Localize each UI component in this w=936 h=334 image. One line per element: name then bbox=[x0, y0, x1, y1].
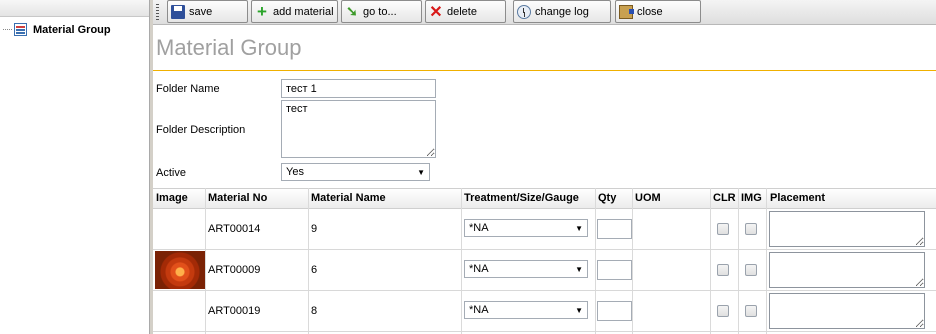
treatment-select-value: *NA bbox=[469, 222, 489, 234]
title-divider bbox=[153, 70, 936, 71]
treatment-select[interactable]: *NA ▼ bbox=[464, 301, 588, 319]
column-header-material-name[interactable]: Material Name bbox=[311, 192, 386, 204]
treatment-select[interactable]: *NA ▼ bbox=[464, 219, 588, 237]
column-header-material-no[interactable]: Material No bbox=[208, 192, 267, 204]
material-name-cell: 6 bbox=[311, 264, 318, 276]
delete-x-icon: ✕ bbox=[429, 3, 443, 21]
table-row: ART00009 6 *NA ▼ bbox=[153, 250, 936, 291]
close-label: close bbox=[637, 5, 663, 18]
chevron-down-icon: ▼ bbox=[575, 223, 583, 233]
img-checkbox[interactable] bbox=[745, 305, 757, 317]
plus-icon: + bbox=[257, 1, 267, 21]
goto-button[interactable]: ➘ go to... bbox=[341, 0, 422, 23]
active-label: Active bbox=[156, 167, 186, 179]
column-header-placement[interactable]: Placement bbox=[770, 192, 825, 204]
list-icon bbox=[14, 23, 27, 36]
door-exit-icon bbox=[619, 4, 634, 19]
table-row: ART00014 9 *NA ▼ bbox=[153, 209, 936, 250]
folder-description-label: Folder Description bbox=[156, 124, 246, 136]
qty-input[interactable] bbox=[597, 219, 632, 239]
treatment-select-value: *NA bbox=[469, 263, 489, 275]
chevron-down-icon: ▼ bbox=[575, 305, 583, 315]
main-content: Material Group Folder Name Folder Descri… bbox=[153, 25, 936, 334]
material-no-cell: ART00019 bbox=[208, 305, 261, 317]
chevron-down-icon: ▼ bbox=[417, 167, 425, 177]
material-no-cell: ART00009 bbox=[208, 264, 261, 276]
column-header-image[interactable]: Image bbox=[156, 192, 188, 204]
change-log-label: change log bbox=[535, 5, 589, 18]
tree-item-material-group[interactable]: Material Group bbox=[3, 23, 111, 36]
goto-label: go to... bbox=[363, 5, 397, 18]
delete-button[interactable]: ✕ delete bbox=[425, 0, 506, 23]
add-material-label: add material bbox=[273, 5, 334, 18]
material-name-cell: 9 bbox=[311, 223, 318, 235]
tree-item-label: Material Group bbox=[33, 23, 111, 36]
placement-field[interactable] bbox=[769, 252, 925, 288]
treatment-select[interactable]: *NA ▼ bbox=[464, 260, 588, 278]
save-button[interactable]: save bbox=[167, 0, 248, 23]
material-name-cell: 8 bbox=[311, 305, 318, 317]
placement-field[interactable] bbox=[769, 293, 925, 329]
qty-input[interactable] bbox=[597, 260, 632, 280]
page-title: Material Group bbox=[156, 35, 302, 60]
tree-connector bbox=[3, 29, 12, 30]
clock-icon bbox=[517, 4, 531, 19]
folder-name-label: Folder Name bbox=[156, 83, 220, 95]
arrow-icon: ➘ bbox=[346, 3, 358, 19]
img-checkbox[interactable] bbox=[745, 223, 757, 235]
folder-description-field[interactable]: тест bbox=[281, 100, 436, 158]
material-no-cell: ART00014 bbox=[208, 223, 261, 235]
column-header-img[interactable]: IMG bbox=[741, 192, 762, 204]
table-row: ART00019 8 *NA ▼ bbox=[153, 291, 936, 332]
qty-input[interactable] bbox=[597, 301, 632, 321]
floppy-disk-icon bbox=[171, 4, 185, 19]
toolbar-grip[interactable] bbox=[156, 4, 159, 20]
clr-checkbox[interactable] bbox=[717, 305, 729, 317]
grid-header: Image Material No Material Name Treatmen… bbox=[153, 188, 936, 209]
treatment-select-value: *NA bbox=[469, 304, 489, 316]
column-header-uom[interactable]: UOM bbox=[635, 192, 661, 204]
chevron-down-icon: ▼ bbox=[575, 264, 583, 274]
active-select-value: Yes bbox=[286, 166, 304, 178]
clr-checkbox[interactable] bbox=[717, 264, 729, 276]
img-checkbox[interactable] bbox=[745, 264, 757, 276]
clr-checkbox[interactable] bbox=[717, 223, 729, 235]
placement-field[interactable] bbox=[769, 211, 925, 247]
material-thumbnail[interactable] bbox=[155, 251, 205, 289]
column-header-treatment[interactable]: Treatment/Size/Gauge bbox=[464, 192, 579, 204]
folder-name-field[interactable] bbox=[281, 79, 436, 98]
tree-panel-header bbox=[0, 0, 149, 17]
delete-label: delete bbox=[447, 5, 477, 18]
close-button[interactable]: close bbox=[615, 0, 701, 23]
tree-panel: Material Group bbox=[0, 0, 150, 334]
column-header-qty[interactable]: Qty bbox=[598, 192, 616, 204]
active-select[interactable]: Yes ▼ bbox=[281, 163, 430, 181]
column-header-clr[interactable]: CLR bbox=[713, 192, 736, 204]
add-material-button[interactable]: + add material bbox=[251, 0, 338, 23]
save-label: save bbox=[189, 5, 213, 18]
toolbar: save + add material ➘ go to... ✕ delete … bbox=[153, 0, 936, 25]
change-log-button[interactable]: change log bbox=[513, 0, 611, 23]
